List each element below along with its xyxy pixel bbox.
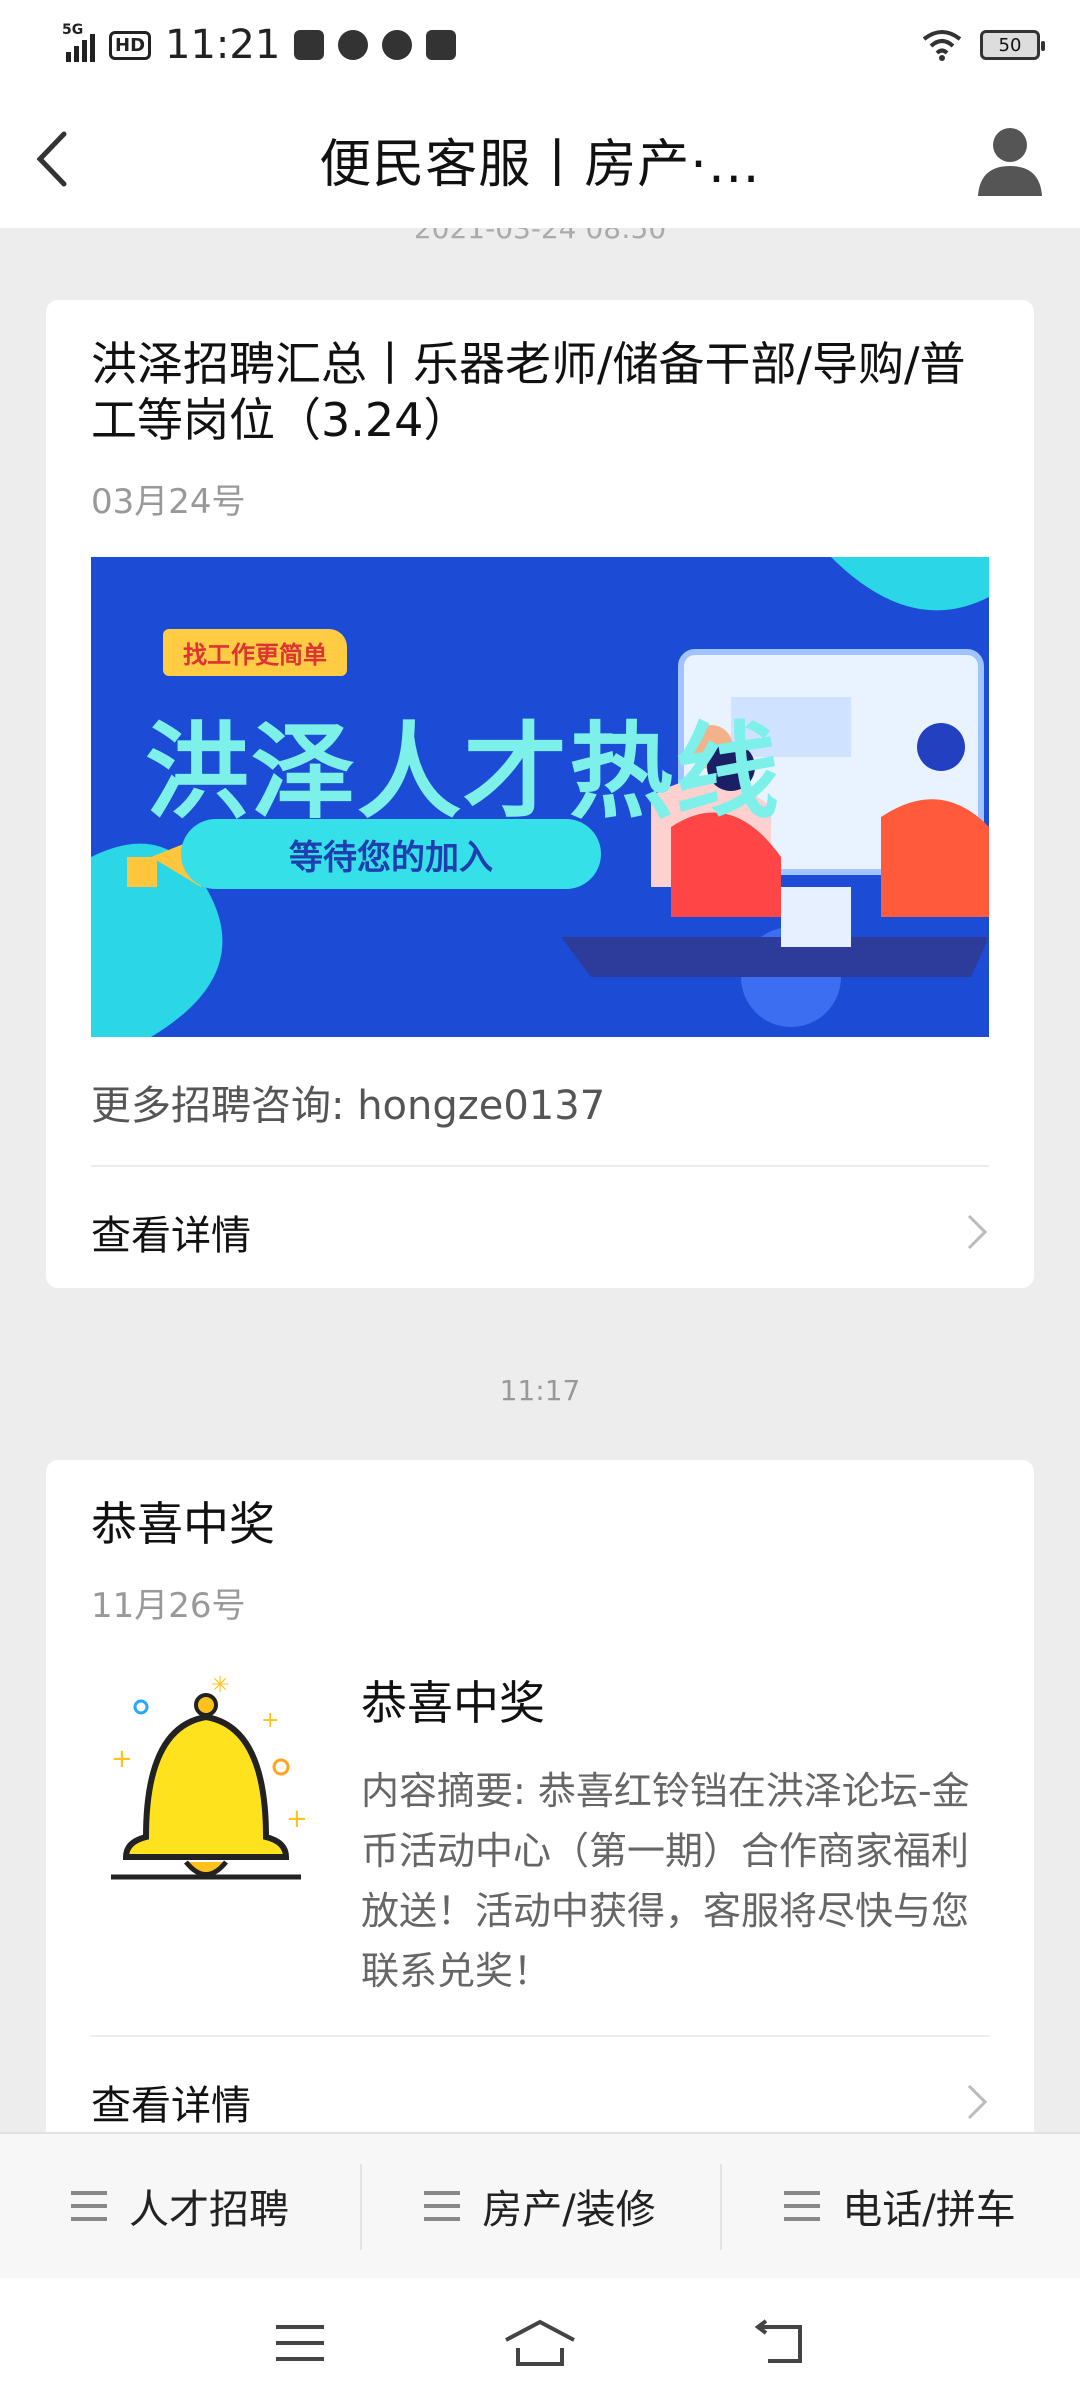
calendar-icon [426,30,457,60]
menu-item-jobs[interactable]: 人才招聘 [0,2134,360,2278]
signal-icon: 5G [62,22,95,62]
menu-label: 房产/装修 [482,2187,656,2233]
network-type: 5G [62,22,84,38]
chevron-right-icon [967,2084,988,2120]
chevron-right-icon [967,1214,988,1250]
view-details-label: 查看详情 [91,2083,251,2129]
prize-summary: 内容摘要: 恭喜红铃铛在洪泽论坛-金币活动中心（第一期）合作商家福利放送！活动中… [361,1769,970,1993]
banner-image[interactable]: 找工作更简单 洪泽人才热线 等待您的加入 [91,557,989,1037]
chat-header: 便民客服丨房产·… [0,90,1080,228]
prize-card[interactable]: 恭喜中奖 11月26号 + + + ✳ 恭喜中奖 内容摘要: 恭喜红铃铛在洪泽论… [46,1460,1034,2132]
page-title: 便民客服丨房产·… [319,134,761,195]
svg-text:✳: ✳ [211,1673,229,1698]
prize-title: 恭喜中奖 [361,1676,545,1730]
menu-lines-icon [71,2191,107,2221]
back-icon [754,2319,802,2363]
notification-icon [294,30,325,60]
view-details-label: 查看详情 [91,1213,251,1259]
menu-icon [276,2325,324,2361]
view-details-button[interactable]: 查看详情 [91,1167,989,1297]
view-details-button[interactable]: 查看详情 [91,2037,989,2132]
nav-back-button[interactable] [740,2313,820,2373]
cloud-icon [338,30,369,60]
prize-text: 恭喜中奖 内容摘要: 恭喜红铃铛在洪泽论坛-金币活动中心（第一期）合作商家福利放… [361,1667,991,2001]
wifi-icon [922,30,962,61]
message-feed[interactable]: 2021-03-24 08:50 洪泽招聘汇总丨乐器老师/储备干部/导购/普工等… [0,228,1080,2132]
battery-level: 50 [998,34,1022,56]
article-card[interactable]: 洪泽招聘汇总丨乐器老师/储备干部/导购/普工等岗位（3.24） 03月24号 找… [46,300,1034,1288]
status-time: 11:21 [165,22,281,68]
menu-label: 电话/拼车 [842,2187,1016,2233]
nav-menu-button[interactable] [260,2313,340,2373]
banner-headline: 洪泽人才热线 [145,711,782,833]
prize-content: + + + ✳ 恭喜中奖 内容摘要: 恭喜红铃铛在洪泽论坛-金币活动中心（第一期… [91,1667,989,2001]
hd-badge: HD [109,30,152,60]
card-date: 11月26号 [91,1586,246,1626]
banner-subline: 等待您的加入 [181,819,601,889]
home-icon [505,2319,575,2366]
banner-tag: 找工作更简单 [163,629,347,676]
status-bar: 5G HD 11:21 50 [0,0,1080,90]
time-separator: 11:17 [499,1374,581,1407]
svg-text:+: + [286,1804,308,1834]
card-description: 更多招聘咨询: hongze0137 [91,1083,606,1129]
menu-lines-icon [784,2191,821,2221]
system-nav-bar [0,2278,1080,2408]
card-title: 恭喜中奖 [91,1497,275,1551]
chevron-left-icon[interactable] [26,124,86,194]
status-right: 50 [922,29,1045,61]
bell-icon: + + + ✳ [111,1673,308,1880]
timestamp: 2021-03-24 08:50 [413,228,667,245]
card-date: 03月24号 [91,482,246,522]
menu-label: 人才招聘 [129,2187,289,2233]
menu-item-property[interactable]: 房产/装修 [360,2134,720,2278]
nav-home-button[interactable] [500,2313,580,2373]
compass-icon [382,30,413,60]
card-title: 洪泽招聘汇总丨乐器老师/储备干部/导购/普工等岗位（3.24） [91,337,966,447]
menu-lines-icon [424,2191,461,2221]
svg-text:+: + [261,1708,279,1733]
menu-item-phone-carpool[interactable]: 电话/拼车 [720,2134,1080,2278]
battery-icon: 50 [980,30,1045,60]
svg-text:+: + [111,1744,133,1774]
status-left: 5G HD 11:21 [62,22,457,68]
person-icon[interactable] [970,120,1050,200]
bottom-menu: 人才招聘 房产/装修 电话/拼车 [0,2132,1080,2278]
